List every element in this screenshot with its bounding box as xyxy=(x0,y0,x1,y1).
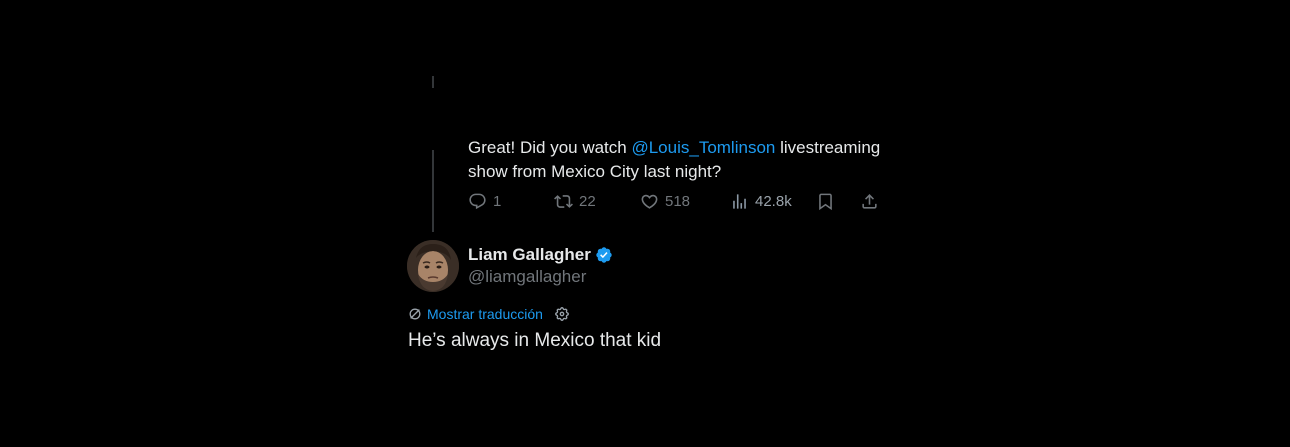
like-count: 518 xyxy=(665,192,691,210)
show-translation-link[interactable]: Mostrar traducción xyxy=(427,306,543,322)
translate-icon xyxy=(409,308,421,320)
views-icon xyxy=(733,193,746,209)
like-button[interactable]: 518 xyxy=(640,189,690,213)
bookmark-button[interactable] xyxy=(816,189,835,213)
reply-button[interactable]: 1 xyxy=(468,189,501,213)
retweet-count: 22 xyxy=(579,192,596,210)
reply-icon xyxy=(469,193,486,209)
retweet-button[interactable]: 22 xyxy=(554,189,596,213)
author-name-row[interactable]: Liam Gallagher xyxy=(468,244,613,266)
tweet-actions-bar: 1 22 518 42.8k xyxy=(468,189,888,213)
gear-icon[interactable] xyxy=(554,306,570,322)
author-handle[interactable]: @liamgallagher xyxy=(468,266,586,288)
heart-icon xyxy=(641,194,658,209)
thread-line-top xyxy=(432,76,434,88)
share-icon xyxy=(862,193,877,209)
avatar[interactable] xyxy=(407,240,459,292)
mention-link[interactable]: @Louis_Tomlinson xyxy=(631,138,775,157)
thread-line xyxy=(432,150,434,232)
reply-text: He’s always in Mexico that kid xyxy=(408,330,662,351)
tweet-text-before: Great! Did you watch xyxy=(468,138,632,157)
views-button[interactable]: 42.8k xyxy=(730,189,792,213)
avatar-photo xyxy=(407,240,459,292)
parent-tweet-text: Great! Did you watch @Louis_Tomlinson li… xyxy=(468,136,888,184)
reply-count: 1 xyxy=(493,192,502,210)
bookmark-icon xyxy=(819,193,832,210)
author-name: Liam Gallagher xyxy=(468,245,591,264)
retweet-icon xyxy=(554,194,573,208)
verified-badge-icon xyxy=(596,247,612,263)
translate-row: Mostrar traducción xyxy=(408,304,570,324)
views-count: 42.8k xyxy=(755,192,792,210)
share-button[interactable] xyxy=(860,189,879,213)
